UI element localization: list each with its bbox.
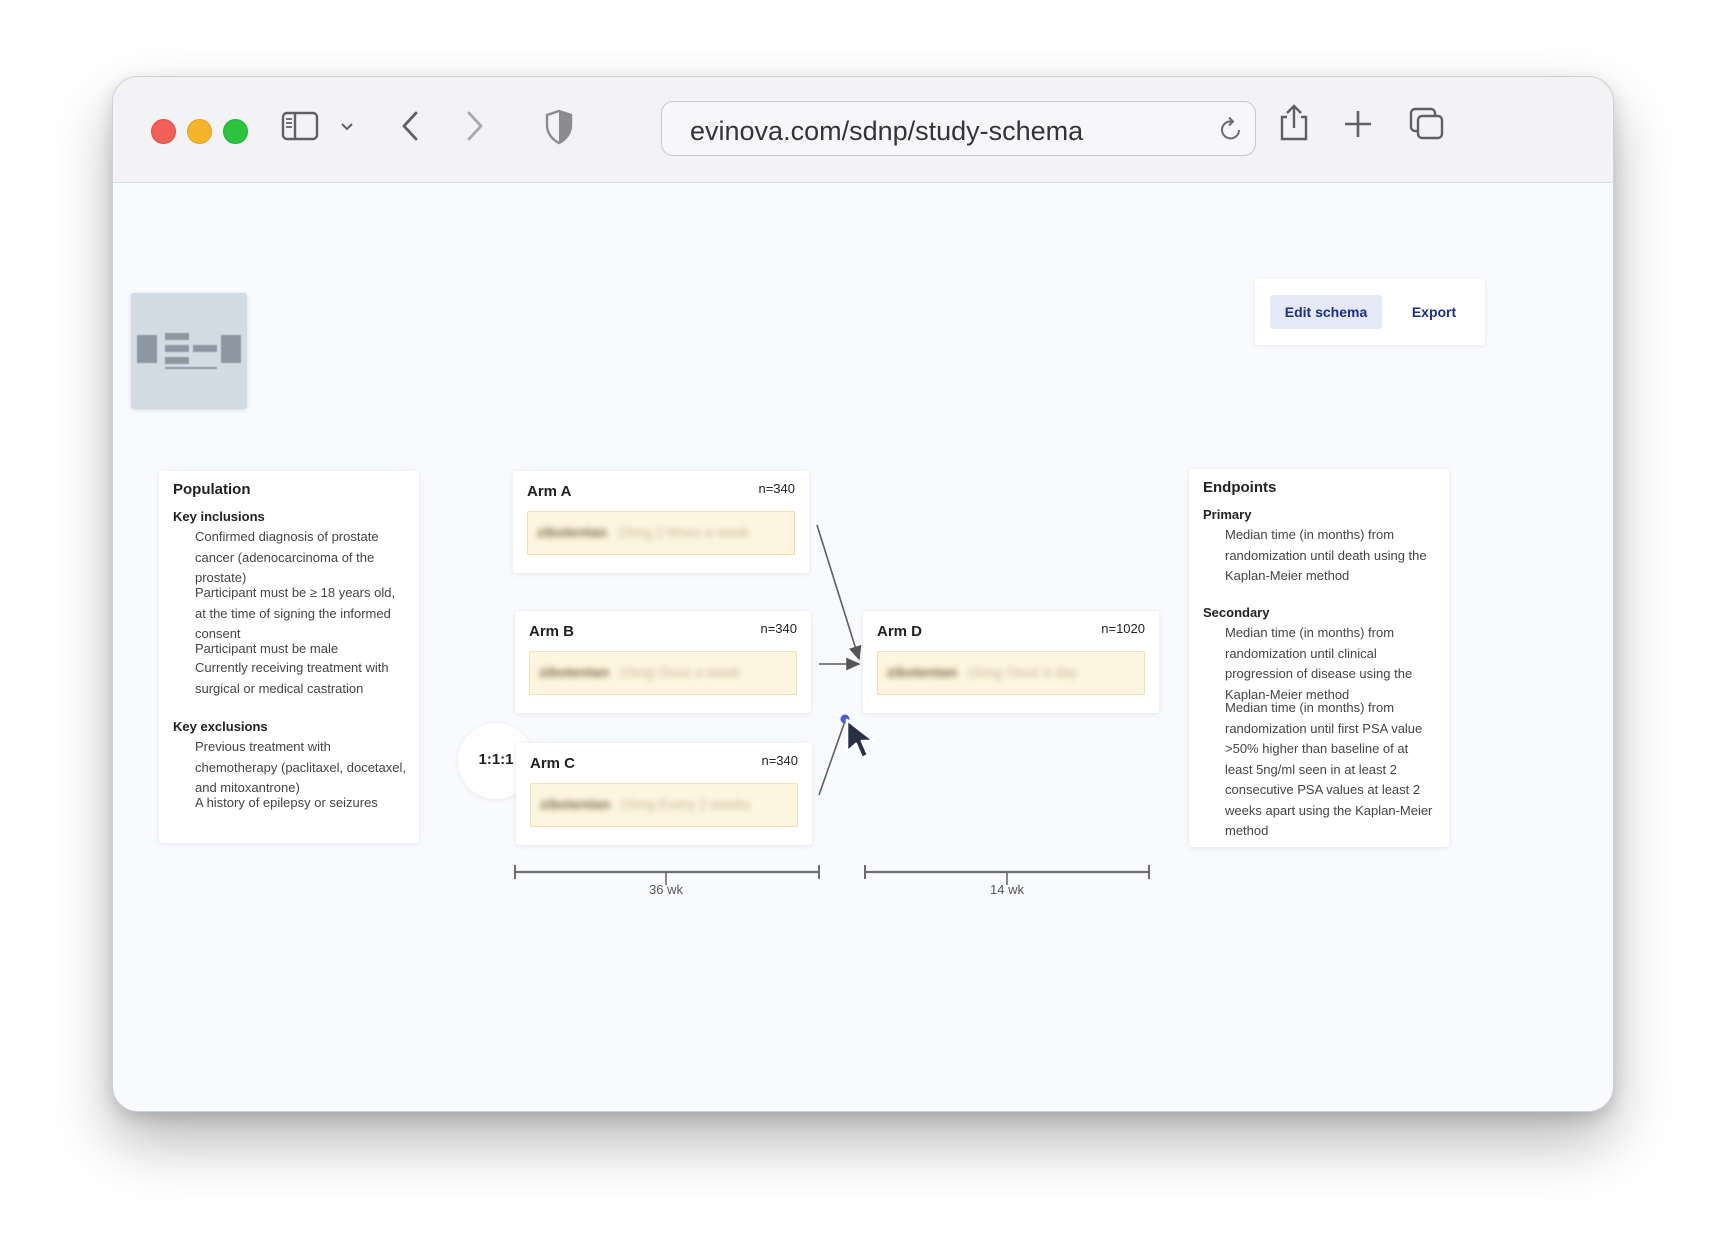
minimize-window-button[interactable]: [187, 119, 212, 144]
timeline-axis: [514, 865, 1150, 885]
new-tab-icon[interactable]: [1343, 109, 1373, 139]
timeline-phase-1-label: 36 wk: [649, 882, 683, 897]
address-bar[interactable]: evinova.com/sdnp/study-schema: [661, 101, 1256, 156]
url-text[interactable]: evinova.com/sdnp/study-schema: [690, 116, 1083, 147]
schema-canvas: Edit schema Export Population Key inclus…: [113, 183, 1613, 1111]
zoom-window-button[interactable]: [223, 119, 248, 144]
share-icon[interactable]: [1277, 103, 1311, 143]
forward-icon[interactable]: [463, 109, 487, 143]
shield-icon[interactable]: [544, 109, 574, 145]
tabs-overview-icon[interactable]: [1409, 107, 1445, 141]
back-icon[interactable]: [399, 109, 423, 143]
sidebar-icon[interactable]: [281, 111, 321, 143]
close-window-button[interactable]: [151, 119, 176, 144]
reload-icon[interactable]: [1218, 115, 1244, 143]
browser-toolbar: evinova.com/sdnp/study-schema: [113, 77, 1613, 183]
browser-window: evinova.com/sdnp/study-schema Edit schem…: [112, 76, 1614, 1112]
chevron-down-icon[interactable]: [339, 119, 355, 135]
timeline-phase-2-label: 14 wk: [990, 882, 1024, 897]
